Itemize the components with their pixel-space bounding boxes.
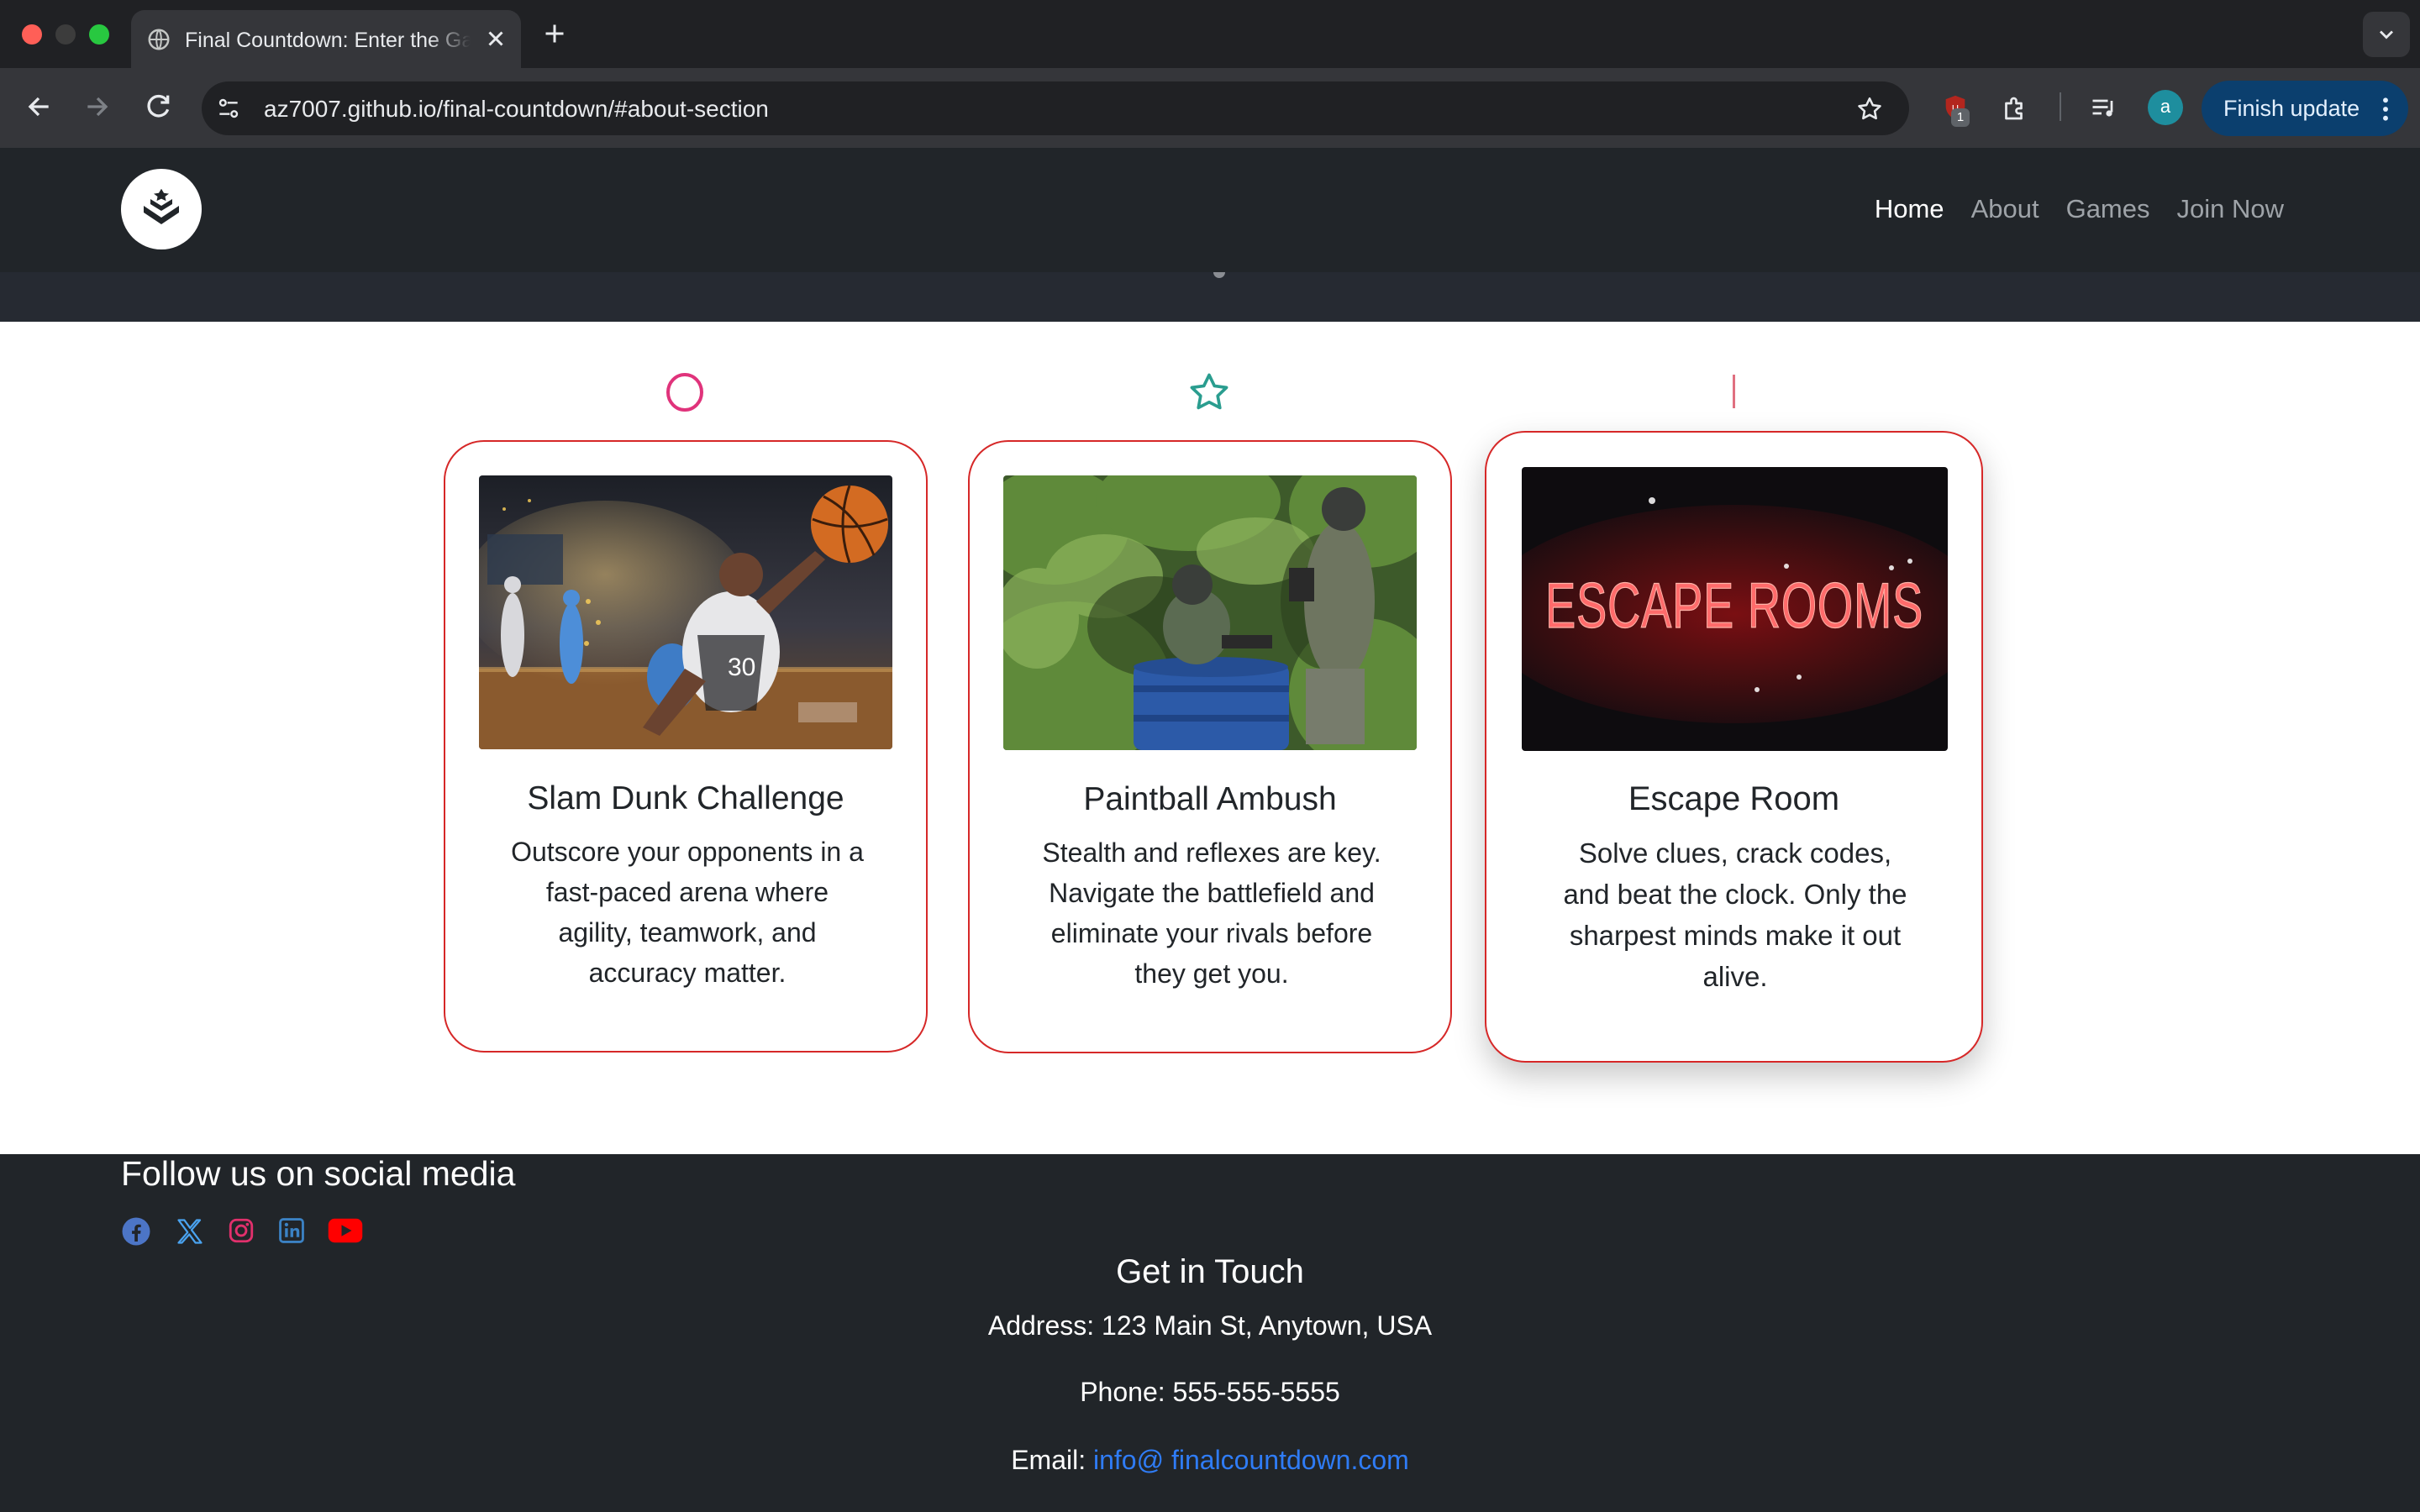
contact-phone: Phone: 555-555-5555 — [1080, 1377, 1340, 1407]
browser-tab[interactable]: Final Countdown: Enter the Game — [131, 10, 521, 68]
reload-icon — [147, 94, 170, 118]
site-logo[interactable] — [121, 169, 202, 249]
circle-icon — [665, 371, 705, 417]
card-description: Solve clues, crack codes, and beat the c… — [1563, 837, 1907, 992]
nav-games[interactable]: Games — [2066, 194, 2150, 224]
follow-heading: Follow us on social media — [121, 1154, 516, 1193]
extension-badge: 1 — [1951, 108, 1970, 127]
email-link[interactable]: info@ finalcountdown.com — [1093, 1445, 1409, 1475]
maximize-window-button[interactable] — [89, 24, 109, 45]
browser-tab-strip: Final Countdown: Enter the Game — [0, 0, 2420, 68]
back-button[interactable] — [22, 90, 55, 128]
svg-text:30: 30 — [728, 654, 755, 681]
facebook-icon[interactable] — [121, 1216, 151, 1251]
games-section: 30 Slam Dunk Challenge Outscore your opp… — [0, 322, 2420, 1154]
card-description: Outscore your opponents in a fast-paced … — [511, 837, 864, 988]
site-settings-icon[interactable] — [215, 95, 242, 126]
finish-update-button[interactable]: Finish update — [2202, 81, 2408, 136]
finish-update-label: Finish update — [2223, 96, 2360, 121]
arrow-left-icon — [28, 97, 49, 117]
card-title: Escape Room — [1628, 780, 1840, 817]
instagram-icon[interactable] — [227, 1216, 255, 1249]
nav-about[interactable]: About — [1971, 194, 2039, 224]
hero-section-bottom — [0, 272, 2420, 322]
address-bar[interactable]: az7007.github.io/final-countdown/#about-… — [202, 81, 1909, 135]
linkedin-icon[interactable] — [277, 1216, 306, 1249]
new-tab-button[interactable] — [539, 18, 570, 53]
chevron-logo-icon — [144, 189, 179, 224]
game-card-paintball[interactable]: Paintball Ambush Stealth and reflexes ar… — [968, 440, 1452, 1053]
game-card-slam-dunk[interactable]: 30 Slam Dunk Challenge Outscore your opp… — [444, 440, 928, 1053]
media-queue-icon[interactable] — [2089, 93, 2119, 128]
svg-text:ESCAPE ROOMS: ESCAPE ROOMS — [1545, 570, 1923, 642]
toolbar-divider — [2060, 92, 2061, 121]
email-label: Email: — [1011, 1445, 1093, 1475]
contact-heading: Get in Touch — [1116, 1253, 1304, 1290]
tab-search-button[interactable] — [2363, 12, 2410, 57]
youtube-icon[interactable] — [328, 1216, 363, 1249]
site-navbar: Home About Games Join Now — [0, 148, 2420, 272]
x-icon[interactable] — [175, 1216, 205, 1251]
line-icon — [1733, 375, 1735, 408]
forward-button[interactable] — [81, 90, 114, 128]
card-title: Paintball Ambush — [1083, 781, 1337, 817]
puzzle-extensions-icon[interactable] — [2000, 93, 2030, 128]
escape-rooms-neon-photo: ESCAPE ROOMS — [1522, 467, 1948, 751]
minimize-window-button[interactable] — [55, 24, 76, 45]
globe-icon — [146, 27, 171, 56]
close-window-button[interactable] — [22, 24, 42, 45]
tab-title: Final Countdown: Enter the Game — [185, 29, 471, 52]
hero-partial-glyph — [1213, 272, 1225, 278]
more-vert-icon — [2380, 96, 2391, 129]
star-icon — [1186, 370, 1232, 418]
arrow-right-icon — [87, 97, 108, 117]
card-description: Stealth and reflexes are key. Navigate t… — [1042, 837, 1381, 989]
basketball-photo: 30 — [479, 475, 892, 749]
chevron-down-icon — [2380, 30, 2393, 39]
paintball-photo — [1003, 475, 1417, 750]
game-card-escape-room[interactable]: ESCAPE ROOMS Escape Room Solve clues, cr… — [1485, 431, 1983, 1063]
browser-toolbar: az7007.github.io/final-countdown/#about-… — [0, 68, 2420, 148]
nav-home[interactable]: Home — [1875, 194, 1944, 224]
card-title: Slam Dunk Challenge — [527, 780, 844, 816]
close-tab-icon[interactable] — [481, 24, 511, 58]
url-text: az7007.github.io/final-countdown/#about-… — [264, 96, 769, 122]
nav-links: Home About Games Join Now — [1875, 194, 2284, 224]
site-footer: Follow us on social media Get in Touch A… — [0, 1154, 2420, 1512]
nav-join-now[interactable]: Join Now — [2177, 194, 2285, 224]
contact-email: Email: info@ finalcountdown.com — [0, 1445, 2420, 1476]
bookmark-star-icon[interactable] — [1855, 95, 1884, 128]
contact-address: Address: 123 Main St, Anytown, USA — [987, 1310, 1433, 1341]
reload-button[interactable] — [141, 90, 175, 128]
profile-avatar[interactable]: a — [2148, 90, 2183, 125]
